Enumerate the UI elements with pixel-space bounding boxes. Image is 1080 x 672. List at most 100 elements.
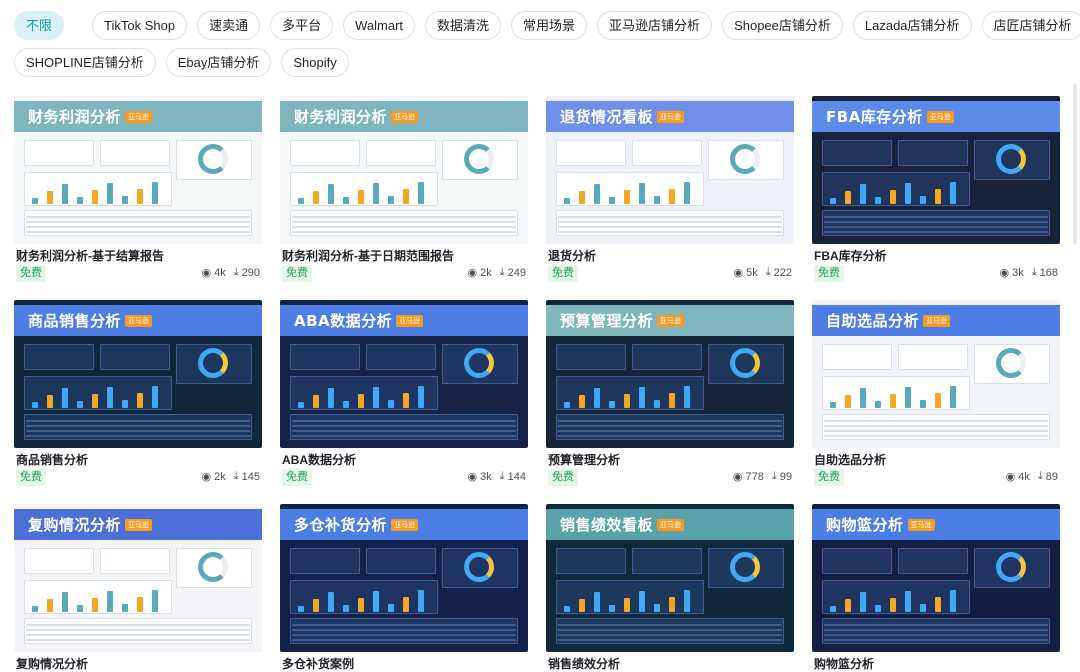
preview-table-line <box>26 624 250 626</box>
thumbnail-title: 自助选品分析 <box>826 310 919 331</box>
filter-chip[interactable]: Lazada店铺分析 <box>853 11 972 40</box>
preview-bar <box>920 196 926 204</box>
filter-chip[interactable]: 亚马逊店铺分析 <box>597 11 712 40</box>
preview-donut <box>996 144 1026 174</box>
template-card[interactable]: 财务利润分析亚马逊财务利润分析-基于结算报告免费 ◉4k⤓290 <box>14 96 262 286</box>
card-thumbnail[interactable]: 退货情况看板亚马逊 <box>546 96 794 244</box>
preview-table-line <box>26 430 250 432</box>
template-card[interactable]: 销售绩效看板亚马逊销售绩效分析 <box>546 504 794 672</box>
card-thumbnail[interactable]: 预算管理分析亚马逊 <box>546 300 794 448</box>
preview-table-line <box>824 624 1048 626</box>
filter-chip[interactable]: 常用场景 <box>511 11 587 40</box>
template-card[interactable]: 多仓补货分析亚马逊多仓补货案例 <box>280 504 528 672</box>
template-card[interactable]: 自助选品分析亚马逊自助选品分析免费◉4k⤓89 <box>812 300 1060 490</box>
preview-bar <box>669 597 675 612</box>
view-count: 5k <box>746 267 758 279</box>
preview-panel <box>632 548 702 574</box>
thumbnail-banner: 销售绩效看板亚马逊 <box>546 509 794 540</box>
template-card[interactable]: 商品销售分析亚马逊商品销售分析免费◉2k⤓145 <box>14 300 262 490</box>
preview-table-line <box>558 231 782 233</box>
preview-bar <box>860 592 866 612</box>
preview-bar <box>950 590 956 612</box>
card-title[interactable]: 财务利润分析-基于日期范围报告 <box>282 247 454 264</box>
card-title[interactable]: FBA库存分析 <box>814 247 887 264</box>
preview-bar <box>107 387 113 408</box>
card-title[interactable]: 复购情况分析 <box>16 655 88 672</box>
preview-panel <box>100 548 170 574</box>
download-icon: ⤓ <box>234 470 239 483</box>
card-thumbnail[interactable]: 自助选品分析亚马逊 <box>812 300 1060 448</box>
eye-icon: ◉ <box>202 266 212 279</box>
filter-chip[interactable]: 速卖通 <box>197 11 260 40</box>
card-thumbnail[interactable]: 商品销售分析亚马逊 <box>14 300 262 448</box>
card-thumbnail[interactable]: 复购情况分析亚马逊 <box>14 504 262 652</box>
preview-table-line <box>824 634 1048 636</box>
card-title[interactable]: 商品销售分析 <box>16 451 88 468</box>
preview-donut <box>730 348 760 378</box>
card-thumbnail[interactable]: 财务利润分析亚马逊 <box>280 96 528 244</box>
download-count: 222 <box>774 267 792 279</box>
template-card[interactable]: 购物篮分析亚马逊购物篮分析 <box>812 504 1060 672</box>
filter-chip[interactable]: 不限 <box>14 11 64 40</box>
dashboard-preview <box>818 340 1054 444</box>
download-count: 99 <box>780 471 792 483</box>
eye-icon: ◉ <box>1006 470 1016 483</box>
template-card[interactable]: 复购情况分析亚马逊复购情况分析 <box>14 504 262 672</box>
filter-chip[interactable]: 店匠店铺分析 <box>982 11 1080 40</box>
preview-bar <box>684 182 690 204</box>
preview-bar <box>32 198 38 204</box>
template-card[interactable]: ABA数据分析亚马逊ABA数据分析免费◉3k⤓144 <box>280 300 528 490</box>
filter-chip[interactable]: Shopee店铺分析 <box>722 11 843 40</box>
card-title[interactable]: 预算管理分析 <box>548 451 620 468</box>
card-title[interactable]: 购物篮分析 <box>814 655 874 672</box>
thumbnail-title: ABA数据分析 <box>294 310 392 331</box>
preview-bar <box>594 184 600 204</box>
thumbnail-tag: 亚马逊 <box>391 111 418 123</box>
card-thumbnail[interactable]: 财务利润分析亚马逊 <box>14 96 262 244</box>
template-card[interactable]: 退货情况看板亚马逊退货分析免费◉5k⤓222 <box>546 96 794 286</box>
template-card[interactable]: FBA库存分析亚马逊FBA库存分析免费◉3k⤓168 <box>812 96 1060 286</box>
card-title[interactable]: 销售绩效分析 <box>548 655 620 672</box>
thumbnail-title: 多仓补货分析 <box>294 514 387 535</box>
preview-bar <box>905 387 911 408</box>
filter-chip[interactable]: 多平台 <box>270 11 333 40</box>
preview-bar <box>875 605 881 612</box>
download-icon: ⤓ <box>772 470 777 483</box>
preview-bar <box>564 402 570 408</box>
card-title[interactable]: 多仓补货案例 <box>282 655 354 672</box>
card-stats: ◉4k⤓290 <box>202 266 260 279</box>
card-title[interactable]: ABA数据分析 <box>282 451 356 468</box>
preview-bar <box>830 402 836 408</box>
preview-table-line <box>824 435 1048 437</box>
filter-chip[interactable]: 数据清洗 <box>425 11 501 40</box>
card-title[interactable]: 退货分析 <box>548 247 596 264</box>
filter-chip[interactable]: TikTok Shop <box>92 11 187 40</box>
card-thumbnail[interactable]: 销售绩效看板亚马逊 <box>546 504 794 652</box>
thumbnail-banner: 自助选品分析亚马逊 <box>812 305 1060 336</box>
preview-bar <box>860 388 866 408</box>
preview-panel <box>632 140 702 166</box>
filter-chip[interactable]: SHOPLINE店铺分析 <box>14 48 156 77</box>
free-badge: 免费 <box>16 265 46 282</box>
dashboard-preview <box>286 340 522 444</box>
eye-icon: ◉ <box>468 266 478 279</box>
card-thumbnail[interactable]: ABA数据分析亚马逊 <box>280 300 528 448</box>
filter-chip[interactable]: Ebay店铺分析 <box>166 48 272 77</box>
template-card[interactable]: 预算管理分析亚马逊预算管理分析免费◉778⤓99 <box>546 300 794 490</box>
preview-bar <box>47 191 53 204</box>
template-card[interactable]: 财务利润分析亚马逊财务利润分析-基于日期范围报告免费◉2k⤓249 <box>280 96 528 286</box>
filter-chip[interactable]: Walmart <box>343 11 415 40</box>
preview-bar <box>403 597 409 612</box>
eye-icon: ◉ <box>468 470 478 483</box>
card-thumbnail[interactable]: 购物篮分析亚马逊 <box>812 504 1060 652</box>
preview-panel <box>290 140 360 166</box>
card-thumbnail[interactable]: FBA库存分析亚马逊 <box>812 96 1060 244</box>
eye-icon: ◉ <box>202 470 212 483</box>
card-title[interactable]: 自助选品分析 <box>814 451 886 468</box>
filter-chip[interactable]: Shopify <box>281 48 348 77</box>
card-title[interactable]: 财务利润分析-基于结算报告 <box>16 247 164 264</box>
preview-bar <box>298 198 304 204</box>
preview-table-line <box>824 226 1048 228</box>
card-thumbnail[interactable]: 多仓补货分析亚马逊 <box>280 504 528 652</box>
scrollbar[interactable] <box>1073 84 1077 244</box>
